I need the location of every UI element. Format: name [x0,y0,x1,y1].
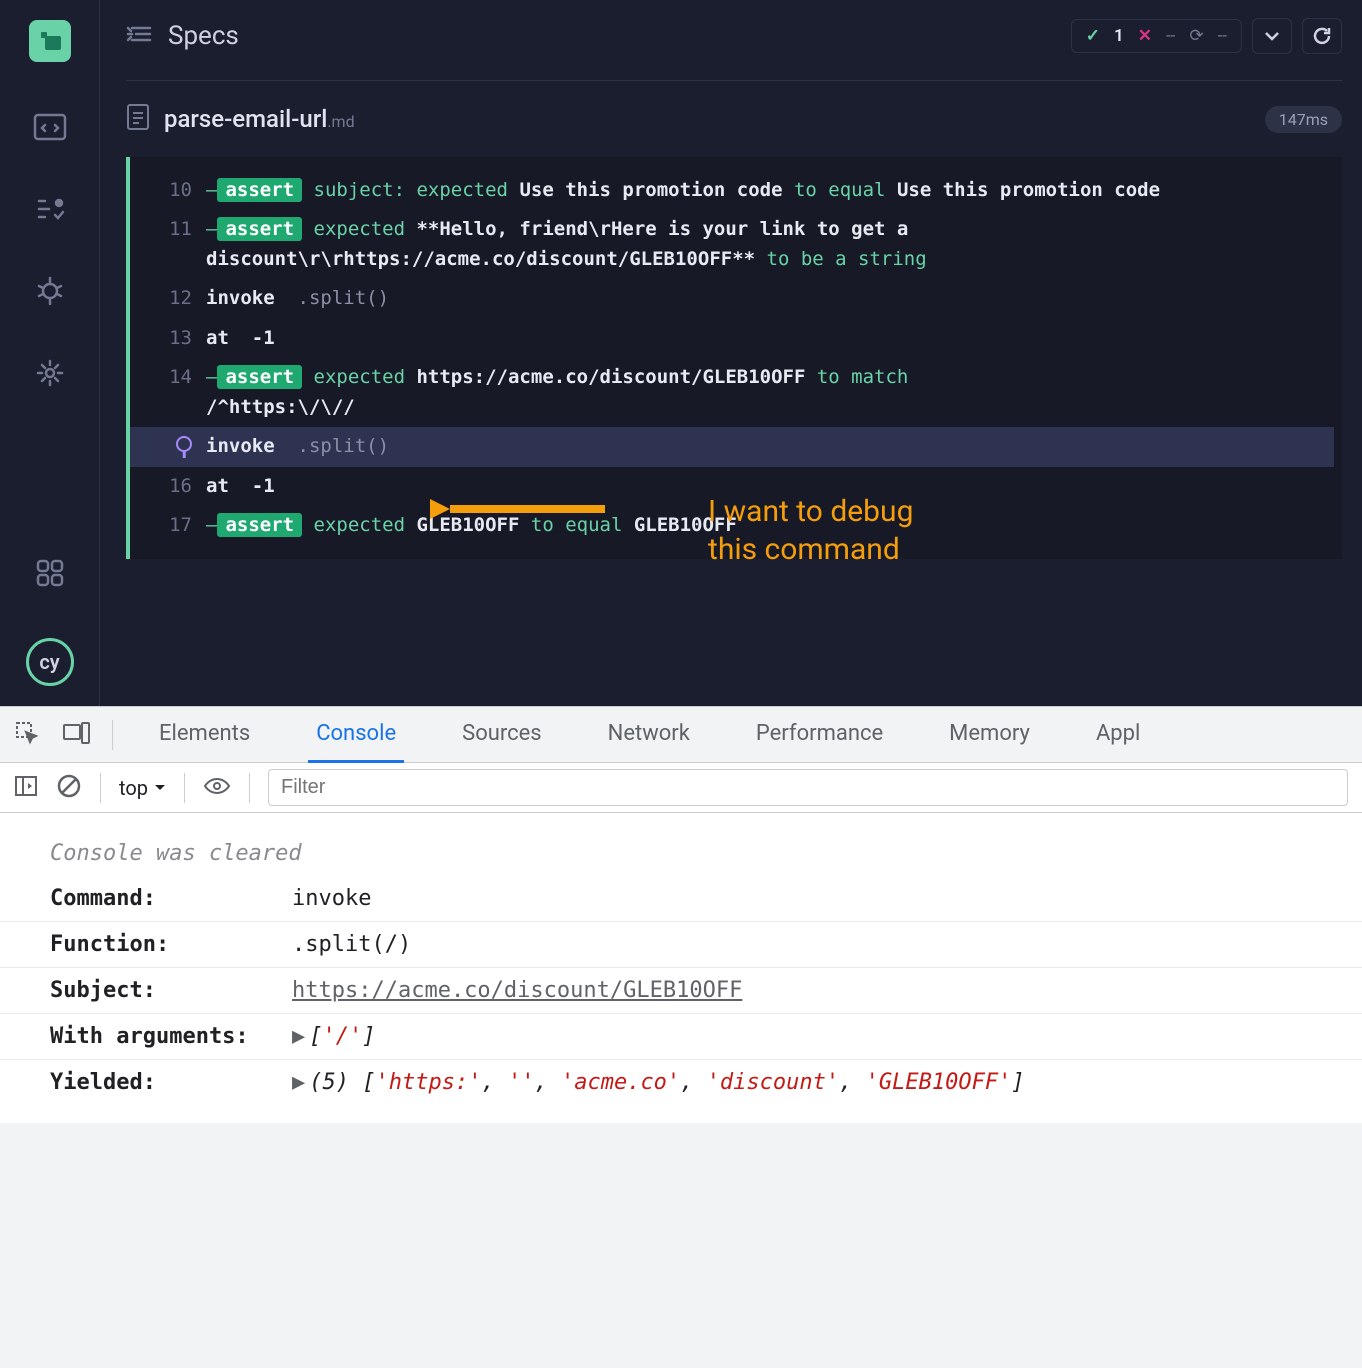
devtools-tab-memory[interactable]: Memory [941,707,1038,763]
app-logo[interactable] [29,20,71,62]
chevron-down-button[interactable] [1252,18,1292,54]
pending-count: -- [1218,26,1227,46]
log-content: —assert subject: expected Use this promo… [206,176,1316,205]
devtools-tab-console[interactable]: Console [308,707,404,763]
console-key: With arguments: [50,1024,280,1049]
line-number: 17 [148,511,192,540]
log-row[interactable]: 16 at -1 [130,467,1334,506]
log-content: —assert expected **Hello, friend\rHere i… [206,215,1316,274]
pass-count: 1 [1114,26,1124,46]
console-value[interactable]: https://acme.co/discount/GLEB10OFF [292,978,742,1003]
devtools-tab-elements[interactable]: Elements [151,707,258,763]
cypress-logo[interactable]: cy [26,638,74,686]
pass-icon: ✓ [1086,26,1100,46]
file-time: 147ms [1265,106,1342,133]
keyboard-icon[interactable] [33,556,67,590]
devtools-tabs: Elements Console Sources Network Performance… [0,707,1362,763]
line-number [148,432,192,461]
line-number: 13 [148,324,192,353]
console-key: Subject: [50,978,280,1003]
context-selector[interactable]: top [119,776,166,800]
log-content: —assert expected GLEB10OFF to equal GLEB… [206,511,1316,540]
pending-icon: ⟳ [1189,26,1203,46]
log-row[interactable]: 11—assert expected **Hello, friend\rHere… [130,210,1334,279]
console-entry: Yielded: ▶(5) ['https:', '', 'acme.co', '… [0,1060,1362,1105]
console-entry: Command: invoke [0,876,1362,922]
log-row[interactable]: 12 invoke .split() [130,279,1334,318]
filter-input[interactable] [268,769,1348,806]
line-number: 12 [148,284,192,313]
file-name: parse-email-url.md [164,105,355,133]
file-icon [126,103,150,135]
console-value[interactable]: .split(/) [292,932,411,957]
specs-rail-icon[interactable] [33,110,67,144]
log-row[interactable]: 14—assert expected https://acme.co/disco… [130,358,1334,427]
log-content: at -1 [206,472,1316,501]
test-stats: ✓ 1 ✕ -- ⟳ -- [1071,19,1242,53]
fail-count: -- [1166,26,1175,46]
devtools-tab-network[interactable]: Network [600,707,698,763]
devtools: Elements Console Sources Network Performance… [0,706,1362,1368]
log-content: invoke .split() [206,284,1316,313]
file-header[interactable]: parse-email-url.md 147ms [126,81,1342,157]
runs-icon[interactable] [33,192,67,226]
reload-button[interactable] [1302,18,1342,54]
console-key: Yielded: [50,1070,280,1095]
command-log: 10 —assert subject: expected Use this pro… [126,157,1342,559]
line-number: 14 [148,363,192,422]
console-key: Function: [50,932,280,957]
settings-icon[interactable] [33,356,67,390]
log-content: at -1 [206,324,1316,353]
fail-icon: ✕ [1138,26,1152,46]
console-value[interactable]: ▶['/'] [292,1024,376,1049]
specs-header: Specs ✓ 1 ✕ -- ⟳ -- [126,18,1342,81]
line-number: 11 [148,215,192,274]
inspect-icon[interactable] [14,720,40,750]
menu-icon[interactable] [126,24,152,48]
pin-icon [176,436,192,452]
line-number: 16 [148,472,192,501]
line-number: 10 [148,176,192,205]
toggle-sidebar-icon[interactable] [14,775,38,801]
debug-icon[interactable] [33,274,67,308]
device-icon[interactable] [62,721,90,749]
eye-icon[interactable] [203,776,231,800]
log-content: invoke .split() [206,432,1316,461]
log-content: —assert expected https://acme.co/discoun… [206,363,1316,422]
console-output: Console was cleared Command: invoke Functi… [0,813,1362,1123]
log-row[interactable]: 17 —assert expected GLEB10OFF to equal GL… [130,506,1334,545]
console-entry: With arguments: ▶['/'] [0,1014,1362,1060]
log-row[interactable]: invoke .split() [130,427,1334,466]
specs-title: Specs [168,21,239,51]
devtools-tab-performance[interactable]: Performance [748,707,891,763]
clear-console-icon[interactable] [56,773,82,803]
log-row[interactable]: 13 at -1 [130,319,1334,358]
console-entry: Subject: https://acme.co/discount/GLEB10O… [0,968,1362,1014]
console-entry: Function: .split(/) [0,922,1362,968]
console-value[interactable]: ▶(5) ['https:', '', 'acme.co', 'discount… [292,1070,1025,1095]
console-value[interactable]: invoke [292,886,371,911]
console-toolbar: top [0,763,1362,813]
log-row[interactable]: 10 —assert subject: expected Use this pro… [130,171,1334,210]
devtools-tab-sources[interactable]: Sources [454,707,550,763]
devtools-tab-appl[interactable]: Appl [1088,707,1148,763]
console-cleared: Console was cleared [0,831,1362,876]
left-rail: cy [0,0,100,706]
console-key: Command: [50,886,280,911]
